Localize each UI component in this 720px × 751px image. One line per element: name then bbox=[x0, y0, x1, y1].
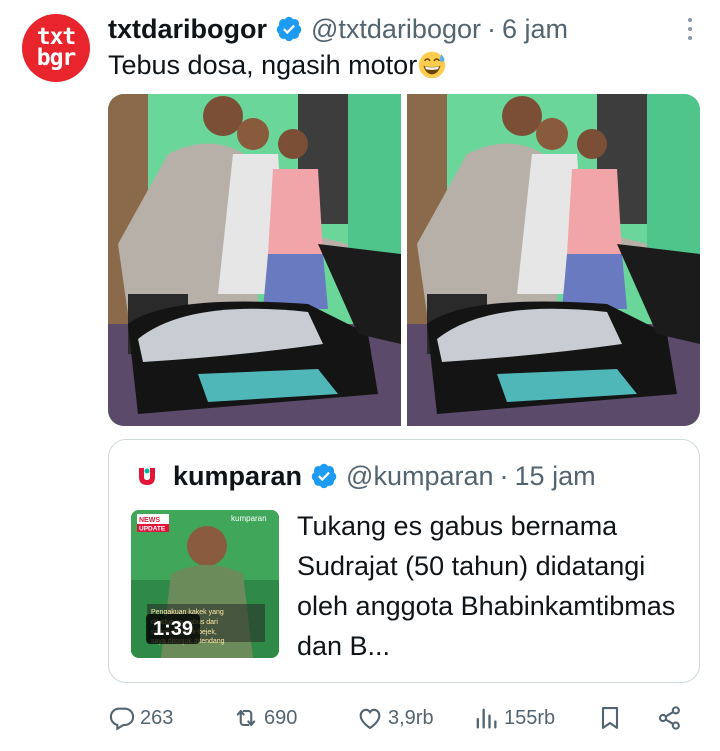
views-button[interactable]: 155rb bbox=[472, 704, 555, 732]
kumparan-logo-icon[interactable] bbox=[135, 464, 159, 488]
tweet-header: txtdaribogor @txtdaribogor · 6 jam bbox=[108, 10, 568, 48]
author-name[interactable]: txtdaribogor bbox=[108, 14, 267, 45]
quoted-author-handle[interactable]: @kumparan bbox=[346, 461, 493, 492]
views-count: 155rb bbox=[504, 706, 556, 729]
tweet-photo-2[interactable] bbox=[407, 94, 700, 426]
quoted-tweet-header: kumparan @kumparan · 15 jam bbox=[135, 458, 596, 494]
tweet-timestamp[interactable]: 6 jam bbox=[502, 14, 568, 45]
update-badge-text: UPDATE bbox=[139, 526, 166, 533]
views-chart-icon bbox=[476, 708, 497, 729]
more-options-icon[interactable] bbox=[682, 14, 698, 44]
verified-badge-icon bbox=[276, 16, 302, 42]
separator-dot: · bbox=[487, 13, 496, 44]
thumbnail-brand-text: kumparan bbox=[231, 514, 267, 523]
tweet-text: Tebus dosa, ngasih motor bbox=[108, 50, 446, 81]
grinning-sweat-emoji-icon bbox=[418, 51, 446, 79]
tweet-photo-1[interactable] bbox=[108, 94, 401, 426]
reply-button[interactable]: 263 bbox=[108, 704, 173, 732]
bookmark-icon bbox=[601, 707, 619, 729]
reply-count: 263 bbox=[140, 706, 174, 729]
news-badge-text: NEWS bbox=[139, 517, 160, 524]
quoted-tweet[interactable]: kumparan @kumparan · 15 jam NEWS UPDATE … bbox=[108, 439, 700, 683]
tweet-actions-bar: 263 690 3,9rb 155rb bbox=[108, 700, 700, 736]
quoted-separator-dot: · bbox=[499, 460, 509, 491]
tweet-text-content: Tebus dosa, ngasih motor bbox=[108, 50, 418, 80]
video-duration-badge: 1:39 bbox=[146, 614, 200, 644]
motorcycle-handover-image-2 bbox=[407, 94, 700, 426]
tweet-media[interactable] bbox=[108, 94, 700, 426]
repost-button[interactable]: 690 bbox=[232, 704, 297, 732]
quoted-author-name[interactable]: kumparan bbox=[173, 461, 302, 492]
repost-count: 690 bbox=[264, 706, 298, 729]
quoted-tweet-text: Tukang es gabus bernama Sudrajat (50 tah… bbox=[297, 511, 676, 661]
like-count: 3,9rb bbox=[388, 706, 434, 729]
share-button[interactable] bbox=[656, 704, 688, 732]
motorcycle-handover-image bbox=[108, 94, 401, 426]
reply-icon bbox=[109, 707, 135, 731]
repost-icon bbox=[236, 709, 256, 727]
like-button[interactable]: 3,9rb bbox=[356, 704, 434, 732]
quoted-verified-badge-icon bbox=[311, 463, 337, 489]
quoted-timestamp[interactable]: 15 jam bbox=[515, 461, 596, 492]
bookmark-button[interactable] bbox=[596, 704, 628, 732]
author-avatar[interactable]: txt bgr bbox=[22, 14, 90, 82]
author-handle[interactable]: @txtdaribogor bbox=[311, 14, 481, 45]
quoted-video-thumbnail[interactable]: NEWS UPDATE kumparan Pengakuan kakek yan… bbox=[131, 510, 279, 658]
heart-icon bbox=[359, 708, 381, 730]
share-icon bbox=[658, 706, 680, 730]
avatar-line-2: bgr bbox=[36, 45, 77, 71]
